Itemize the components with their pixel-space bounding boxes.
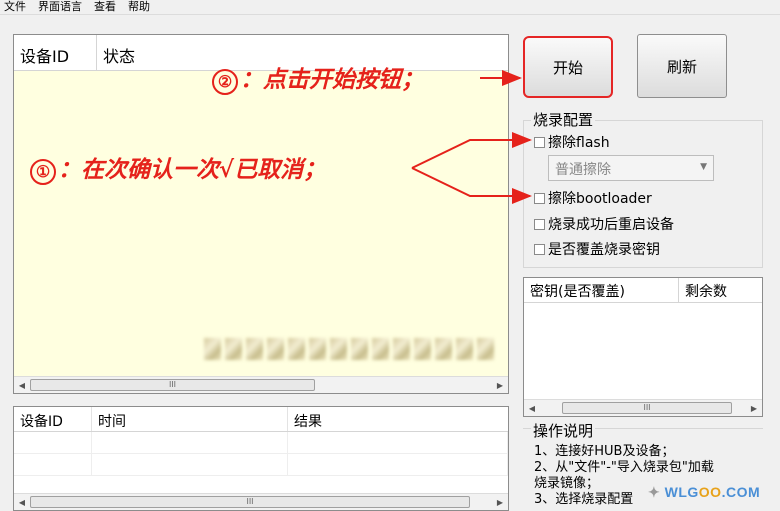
checkbox-icon[interactable]: [534, 192, 545, 204]
device-list-body: [14, 71, 508, 376]
column-key[interactable]: 密钥(是否覆盖): [524, 278, 679, 302]
result-list-hscrollbar[interactable]: ◀ III ▶: [14, 493, 508, 510]
scroll-track[interactable]: III: [30, 377, 492, 393]
menu-view[interactable]: 查看: [94, 0, 116, 14]
table-row: [14, 454, 508, 476]
scroll-right-arrow-icon[interactable]: ▶: [492, 381, 508, 390]
step2-text: ：点击开始按钮；: [240, 66, 424, 93]
result-list-header: 设备ID 时间 结果: [14, 407, 508, 432]
column-device-id[interactable]: 设备ID: [14, 407, 92, 431]
scroll-right-arrow-icon[interactable]: ▶: [746, 404, 762, 413]
key-list-header: 密钥(是否覆盖) 剩余数: [524, 278, 762, 303]
scroll-track[interactable]: III: [30, 494, 492, 510]
erase-bootloader-label: 擦除bootloader: [548, 191, 652, 207]
annotation-step2: ② ：点击开始按钮；: [212, 60, 424, 95]
result-list[interactable]: 设备ID 时间 结果 ◀ III ▶: [13, 406, 509, 511]
scroll-left-arrow-icon[interactable]: ◀: [14, 498, 30, 507]
reboot-after-label: 烧录成功后重启设备: [548, 217, 674, 233]
refresh-button[interactable]: 刷新: [637, 34, 727, 98]
chevron-down-icon: ▼: [700, 162, 707, 172]
checkbox-icon[interactable]: [534, 218, 545, 230]
scroll-right-arrow-icon[interactable]: ▶: [492, 498, 508, 507]
scroll-track[interactable]: III: [540, 400, 746, 416]
overwrite-key-label: 是否覆盖烧录密钥: [548, 242, 660, 258]
watermark-globe-icon: ✦: [648, 484, 661, 500]
scroll-thumb[interactable]: III: [562, 402, 732, 414]
column-device-id[interactable]: 设备ID: [14, 35, 97, 70]
erase-flash-checkbox[interactable]: 擦除flash: [534, 132, 610, 152]
checkbox-icon[interactable]: [534, 136, 545, 148]
watermark-suffix: .COM: [721, 484, 761, 500]
menu-bar: 文件 界面语言 查看 帮助: [0, 0, 780, 15]
step1-text: ：在次确认一次√已取消；: [58, 156, 327, 183]
menu-help[interactable]: 帮助: [128, 0, 150, 14]
device-list-hscrollbar[interactable]: ◀ III ▶: [14, 376, 508, 393]
column-time[interactable]: 时间: [92, 407, 288, 431]
reboot-after-checkbox[interactable]: 烧录成功后重启设备: [534, 214, 674, 234]
column-result[interactable]: 结果: [288, 407, 508, 431]
key-list-hscrollbar[interactable]: ◀ III ▶: [524, 399, 762, 416]
scroll-thumb[interactable]: III: [30, 496, 470, 508]
help-line: 1、连接好HUB及设备；: [534, 444, 675, 459]
erase-mode-value: 普通擦除: [555, 162, 611, 178]
step1-number: ①: [30, 159, 56, 185]
help-line: 2、从"文件"-"导入烧录包"加载: [534, 460, 714, 475]
burn-config-title: 烧录配置: [531, 109, 596, 130]
help-title: 操作说明: [531, 420, 596, 441]
step2-number: ②: [212, 69, 238, 95]
key-list[interactable]: 密钥(是否覆盖) 剩余数 ◀ III ▶: [523, 277, 763, 417]
erase-mode-select[interactable]: 普通擦除 ▼: [548, 155, 714, 181]
scroll-left-arrow-icon[interactable]: ◀: [14, 381, 30, 390]
annotation-step1: ① ：在次确认一次√已取消；: [30, 150, 326, 185]
menu-language[interactable]: 界面语言: [38, 0, 82, 14]
checkbox-icon[interactable]: [534, 243, 545, 255]
column-remaining[interactable]: 剩余数: [679, 278, 762, 302]
scroll-left-arrow-icon[interactable]: ◀: [524, 404, 540, 413]
watermark-prefix: WLG: [664, 484, 699, 500]
erase-flash-label: 擦除flash: [548, 135, 610, 151]
table-row: [14, 432, 508, 454]
blurred-device-entry: [204, 333, 499, 365]
watermark: ✦ WLGOO.COM: [648, 484, 760, 501]
menu-file[interactable]: 文件: [4, 0, 26, 14]
erase-bootloader-checkbox[interactable]: 擦除bootloader: [534, 188, 652, 208]
overwrite-key-checkbox[interactable]: 是否覆盖烧录密钥: [534, 239, 660, 259]
start-button[interactable]: 开始: [523, 36, 613, 98]
watermark-oo: OO: [698, 484, 722, 500]
scroll-thumb[interactable]: III: [30, 379, 315, 391]
